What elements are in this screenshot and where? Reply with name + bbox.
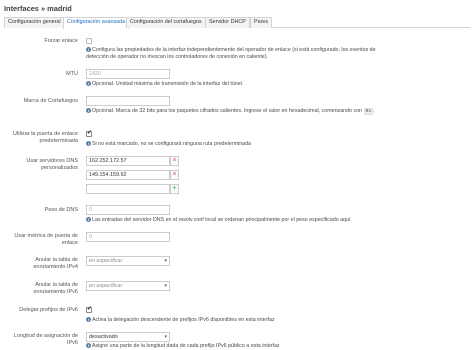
dns-remove-button[interactable]: ×	[170, 156, 179, 166]
dns-entry-input[interactable]: 149.154.159.92	[86, 170, 170, 180]
chevron-down-icon: ▾	[164, 258, 167, 264]
force-link-description: i Configura las propiedades de la interfa…	[86, 47, 376, 60]
mtu-label: MTU	[66, 71, 78, 77]
info-icon: i	[86, 343, 91, 348]
firewall-mark-description: i Opcional. Marca de 32 bits para los paq…	[86, 108, 375, 115]
dns-remove-button[interactable]: ×	[170, 170, 179, 180]
tab-bar: Configuración general Configuración avan…	[4, 17, 470, 29]
firewall-mark-label: Marca de Cortafuegos	[23, 98, 78, 104]
ipv6-assign-length-label: Longitud de asignación de IPv6	[13, 333, 78, 346]
chevron-down-icon: ▾	[164, 283, 167, 289]
gateway-metric-label: Usar métrica de puerta de enlace	[14, 233, 78, 246]
mtu-description: i Opcional. Unidad máxima de transmisión …	[86, 81, 244, 87]
info-icon: i	[86, 141, 91, 146]
default-gateway-label: Utilizar la puerta de enlace predetermin…	[12, 131, 78, 144]
tab-firewall[interactable]: Configuración del cortafuegos	[126, 17, 206, 28]
info-icon: i	[86, 108, 91, 113]
default-gateway-description: i Si no está marcado, no se configurará n…	[86, 141, 252, 147]
ipv6-table-label: Anular la tabla de enrutamiento IPv6	[33, 282, 78, 295]
ipv6-delegate-description: i Activa la delegación descendente de pre…	[86, 317, 275, 323]
mtu-input[interactable]: 1420	[86, 69, 170, 79]
ipv6-delegate-checkbox[interactable]	[86, 305, 92, 313]
ipv6-delegate-label: Delegar prefijos de IPv6	[19, 307, 78, 313]
gateway-metric-input[interactable]: 0	[86, 232, 170, 242]
ipv6-assign-length-select[interactable]: desactivado ▾	[86, 332, 170, 342]
dns-weight-input[interactable]: 0	[86, 205, 170, 215]
ipv6-assign-length-description: i Asigne una parte de la longitud dada de…	[86, 343, 280, 349]
dns-weight-description: i Las entradas del servidor DNS en el res…	[86, 217, 351, 223]
dns-entry-input[interactable]: 162.252.172.57	[86, 156, 170, 166]
tab-peers[interactable]: Pares	[250, 17, 273, 28]
tab-dhcp[interactable]: Servidor DHCP	[205, 17, 250, 28]
info-icon: i	[86, 81, 91, 86]
force-link-checkbox[interactable]	[86, 38, 92, 44]
ipv6-table-select[interactable]: en especificar ▾	[86, 281, 170, 291]
custom-dns-label: Usar servidores DNS personalizados	[26, 158, 78, 171]
ipv4-table-select[interactable]: en especificar ▾	[86, 256, 170, 266]
default-gateway-checkbox[interactable]	[86, 129, 92, 137]
page-title: Interfaces » madrid	[4, 4, 72, 13]
dns-add-button[interactable]: +	[170, 184, 179, 194]
tab-advanced[interactable]: Configuración avanzada	[63, 17, 130, 29]
force-link-label: Forzar enlace	[44, 38, 78, 44]
dns-new-entry-input[interactable]	[86, 184, 170, 194]
ipv4-table-label: Anular la tabla de enrutamiento IPv4	[33, 257, 78, 270]
dns-weight-label: Peso de DNS	[44, 207, 78, 213]
firewall-mark-input[interactable]	[86, 96, 170, 106]
chevron-down-icon: ▾	[164, 334, 167, 340]
info-icon: i	[86, 47, 91, 52]
info-icon: i	[86, 317, 91, 322]
info-icon: i	[86, 217, 91, 222]
tab-general[interactable]: Configuración general	[4, 17, 65, 28]
